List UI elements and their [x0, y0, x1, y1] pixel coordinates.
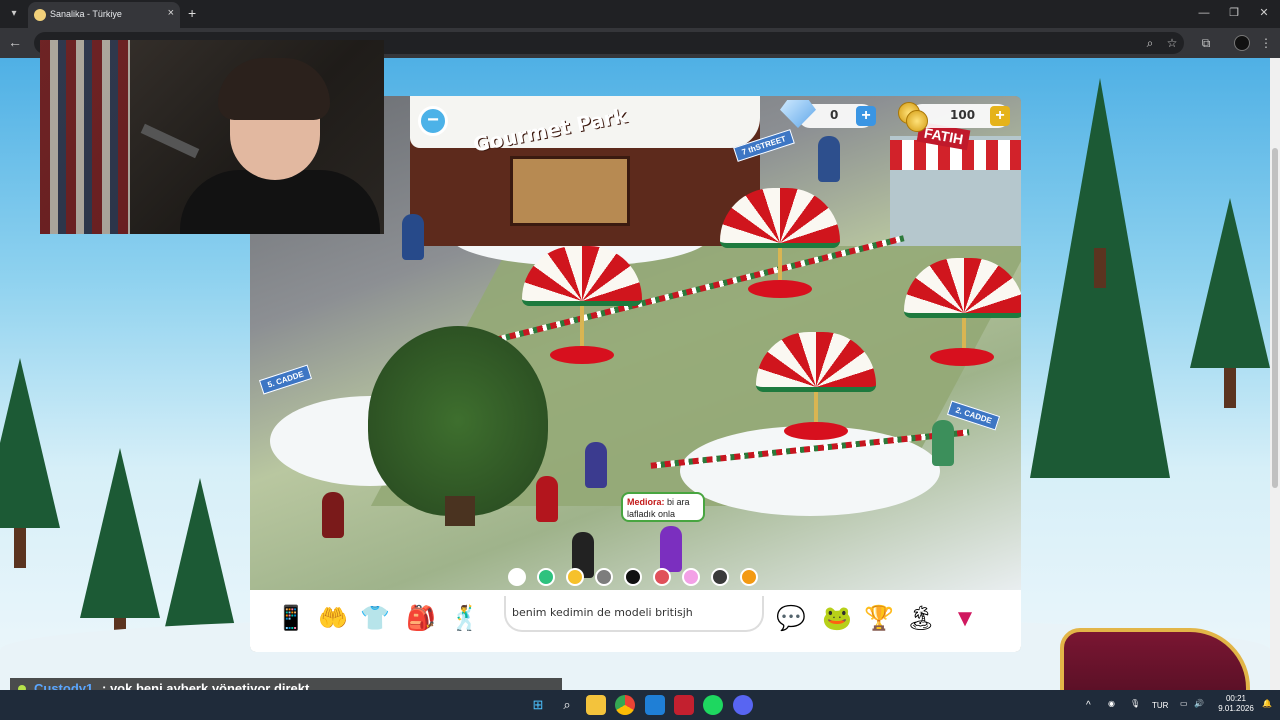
gems-value: 0: [830, 108, 839, 122]
color-swatch[interactable]: [653, 568, 671, 586]
shop-window: [510, 156, 630, 226]
color-swatch[interactable]: [537, 568, 555, 586]
hands-icon[interactable]: 🤲: [316, 604, 350, 634]
pine-tree: [1030, 78, 1170, 478]
color-swatch[interactable]: [508, 568, 526, 586]
search-icon[interactable]: ⌕: [557, 695, 577, 715]
tray-volume-icon[interactable]: 🔊: [1194, 699, 1204, 708]
voicemeeter-icon[interactable]: [674, 695, 694, 715]
player-avatar[interactable]: [585, 442, 607, 488]
game-bottom-bar: 📱 🤲 👕 🎒 🕺 benim kedimin de modeli britis…: [250, 590, 1021, 652]
tab-close-icon[interactable]: ×: [168, 7, 174, 19]
heart-triangle-icon[interactable]: ▼: [948, 604, 982, 634]
extensions-icon[interactable]: ⧉: [1198, 35, 1214, 51]
add-coins-button[interactable]: +: [990, 106, 1010, 126]
minimize-button[interactable]: —: [1190, 4, 1218, 22]
color-swatch[interactable]: [595, 568, 613, 586]
coins-value: 100: [950, 108, 976, 122]
windows-icon[interactable]: ⊞: [528, 695, 548, 715]
chat-input[interactable]: benim kedimin de modeli britisjh: [504, 596, 764, 632]
island-icon[interactable]: 🏝: [904, 604, 938, 634]
tray-discord-icon[interactable]: ◉: [1108, 699, 1115, 708]
player-avatar[interactable]: [322, 492, 344, 538]
player-avatar[interactable]: [932, 420, 954, 466]
windows-taskbar: ⊞ ⌕ ^ ◉ 🎙 TUR ▭ 🔊 🔔: [0, 690, 1280, 720]
pine-tree: [1190, 198, 1270, 408]
tab-list-button[interactable]: ▾: [6, 6, 22, 22]
picnic-table[interactable]: [550, 346, 614, 364]
scroll-thumb[interactable]: [1272, 148, 1278, 488]
color-swatch[interactable]: [740, 568, 758, 586]
tray-network-icon[interactable]: ▭: [1180, 699, 1188, 708]
webcam-mic-arm: [140, 123, 200, 159]
tab-sanalika[interactable]: Sanalika - Türkiye ×: [28, 2, 180, 28]
color-swatch[interactable]: [682, 568, 700, 586]
zoom-out-button[interactable]: −: [418, 106, 448, 136]
pet-icon[interactable]: 🐸: [820, 604, 854, 634]
sanalika-favicon-icon: [34, 9, 46, 21]
photos-icon[interactable]: [645, 695, 665, 715]
umbrella-pole: [580, 306, 584, 346]
webcam-closet: [40, 40, 130, 234]
picnic-table[interactable]: [930, 348, 994, 366]
dance-icon[interactable]: 🕺: [448, 604, 482, 634]
tab-title: Sanalika - Türkiye: [50, 9, 122, 19]
backpack-icon[interactable]: 🎒: [404, 604, 438, 634]
player-avatar[interactable]: [818, 136, 840, 182]
star-icon[interactable]: ☆: [1164, 35, 1180, 51]
speech-author: Mediora:: [627, 497, 665, 507]
close-window-button[interactable]: ✕: [1250, 4, 1278, 22]
santa-sleigh: [1060, 628, 1250, 690]
notification-icon[interactable]: 🔔: [1262, 699, 1272, 708]
color-swatch[interactable]: [566, 568, 584, 586]
new-tab-button[interactable]: +: [188, 5, 196, 21]
picnic-table[interactable]: [784, 422, 848, 440]
profile-avatar[interactable]: [1234, 35, 1250, 51]
color-swatch[interactable]: [624, 568, 642, 586]
webcam-overlay: [40, 40, 384, 234]
chat-bubbles-icon[interactable]: 💬: [774, 604, 808, 634]
zoom-icon[interactable]: ⌕: [1142, 35, 1158, 51]
back-arrow-icon[interactable]: ←: [8, 34, 22, 50]
player-avatar[interactable]: [536, 476, 558, 522]
menu-icon[interactable]: ⋮: [1258, 35, 1274, 51]
christmas-tree-trunk: [445, 496, 475, 526]
tray-chevron-icon[interactable]: ^: [1086, 700, 1091, 711]
trophy-icon[interactable]: 🏆: [862, 604, 896, 634]
restore-button[interactable]: ❐: [1220, 4, 1248, 22]
outfit-icon[interactable]: 👕: [358, 604, 392, 634]
color-swatch[interactable]: [711, 568, 729, 586]
discord-icon[interactable]: [733, 695, 753, 715]
file-explorer-icon[interactable]: [586, 695, 606, 715]
taskbar-clock[interactable]: 00:21 9.01.2026: [1212, 694, 1260, 714]
player-avatar[interactable]: [660, 526, 682, 572]
christmas-tree[interactable]: [368, 326, 548, 516]
clock-date: 9.01.2026: [1218, 704, 1254, 713]
tray-mic-icon[interactable]: 🎙: [1130, 699, 1140, 708]
speech-bubble: Mediora: bi ara lafladık onla: [621, 492, 705, 522]
webcam-streamer-hair: [218, 58, 330, 120]
tab-strip: ▾ Sanalika - Türkiye × + — ❐ ✕: [0, 0, 1280, 28]
chrome-icon[interactable]: [615, 695, 635, 715]
add-gems-button[interactable]: +: [856, 106, 876, 126]
clock-time: 00:21: [1225, 694, 1247, 703]
phone-icon[interactable]: 📱: [274, 604, 308, 634]
coin-icon: [906, 110, 928, 132]
pine-tree: [80, 448, 160, 658]
pine-tree: [0, 358, 60, 568]
page-scrollbar[interactable]: [1270, 58, 1280, 690]
spotify-icon[interactable]: [703, 695, 723, 715]
language-indicator[interactable]: TUR: [1152, 701, 1168, 710]
police-avatar[interactable]: [402, 214, 424, 260]
picnic-table[interactable]: [748, 280, 812, 298]
